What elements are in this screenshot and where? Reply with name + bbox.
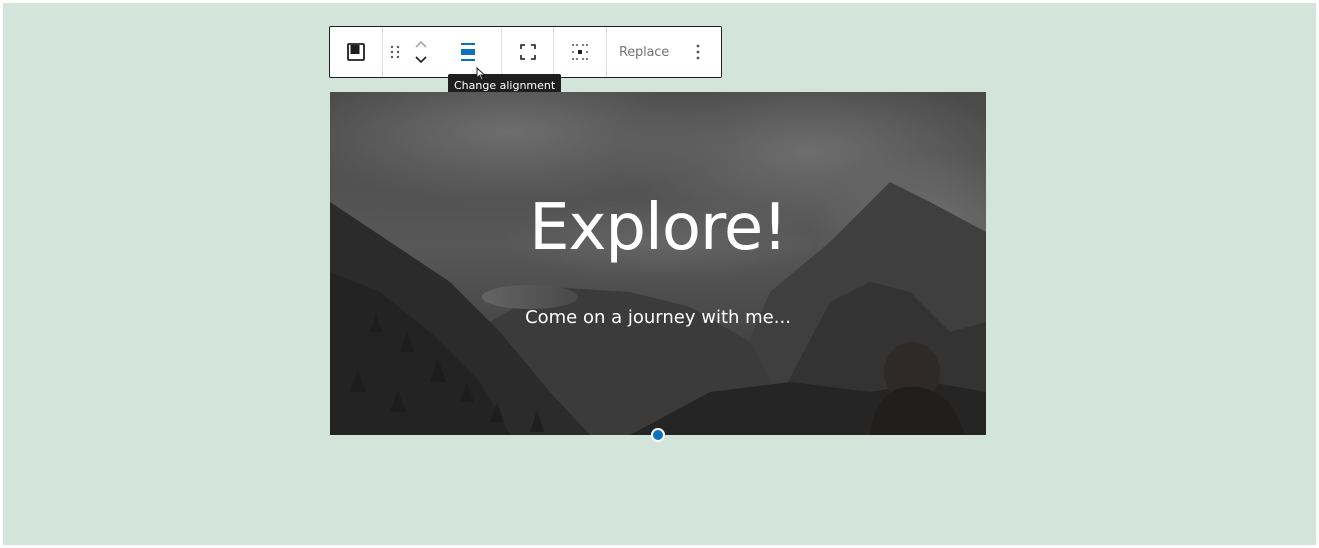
drag-handle-icon bbox=[390, 45, 400, 59]
cover-block[interactable]: Explore! Come on a journey with me... bbox=[330, 92, 986, 435]
move-down-button[interactable] bbox=[414, 55, 428, 64]
change-alignment-button[interactable] bbox=[435, 27, 501, 77]
cover-subtitle[interactable]: Come on a journey with me... bbox=[330, 306, 986, 330]
move-up-button[interactable] bbox=[414, 40, 428, 49]
block-toolbar: Replace bbox=[329, 26, 723, 78]
content-position-icon bbox=[570, 42, 590, 62]
block-type-button[interactable] bbox=[330, 27, 382, 77]
replace-label: Replace bbox=[619, 44, 670, 60]
toggle-full-height-button[interactable] bbox=[502, 27, 553, 77]
more-options-icon bbox=[696, 44, 700, 60]
replace-group: Replace bbox=[607, 27, 721, 77]
drag-handle-button[interactable] bbox=[383, 27, 407, 77]
chevron-down-icon bbox=[414, 55, 428, 64]
full-height-icon bbox=[519, 43, 537, 61]
change-content-position-button[interactable] bbox=[554, 27, 606, 77]
chevron-up-icon bbox=[414, 40, 428, 49]
cover-title[interactable]: Explore! bbox=[330, 190, 986, 266]
block-mover-buttons bbox=[407, 27, 435, 77]
cover-block-icon bbox=[346, 42, 366, 62]
cover-resize-handle[interactable] bbox=[651, 428, 665, 442]
replace-button[interactable]: Replace bbox=[607, 27, 683, 77]
height-group bbox=[502, 27, 554, 77]
block-switcher-group bbox=[330, 27, 383, 77]
more-options-button[interactable] bbox=[683, 27, 721, 77]
mouse-cursor-icon bbox=[476, 66, 486, 85]
align-center-icon bbox=[459, 42, 477, 62]
position-group bbox=[554, 27, 607, 77]
